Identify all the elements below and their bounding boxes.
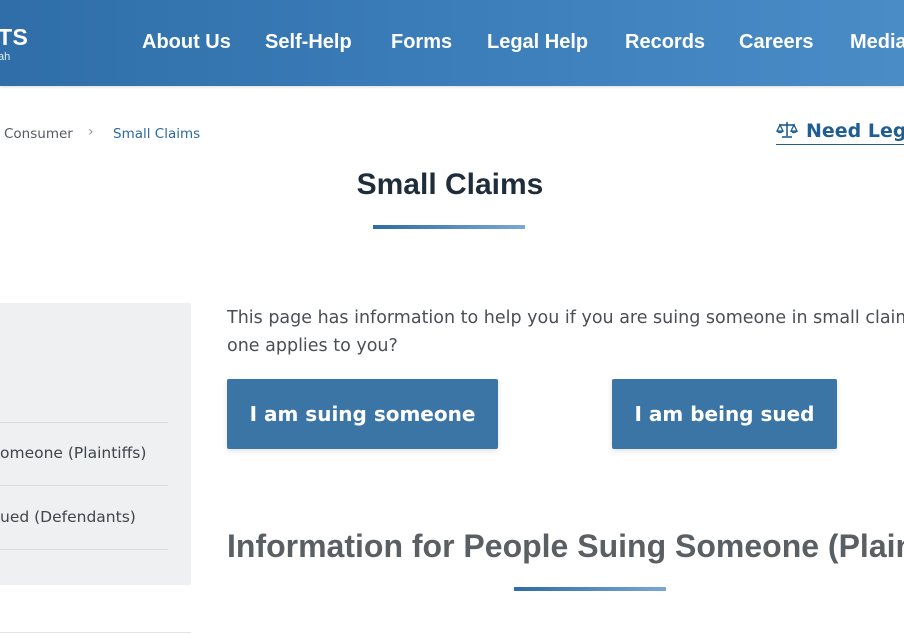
sidebar-divider [0,422,168,423]
site-logo-subtext: ah [0,51,11,63]
sidebar-bottom-divider [0,632,191,633]
nav-about-us[interactable]: About Us [142,31,231,54]
site-header: TS ah About Us Self-Help Forms Legal Hel… [0,0,904,86]
i-am-being-sued-button[interactable]: I am being sued [612,379,837,449]
need-legal-label: Need Legal [806,120,904,142]
sidebar-item-defendants[interactable]: ued (Defendants) [0,508,136,526]
title-underline [373,225,525,229]
i-am-suing-button[interactable]: I am suing someone [227,379,498,449]
nav-media[interactable]: Media [850,31,904,54]
chevron-right-icon: › [88,124,94,140]
sidebar-divider [0,485,168,486]
site-logo[interactable]: TS [0,24,28,51]
breadcrumb-current[interactable]: Small Claims [113,126,200,142]
nav-careers[interactable]: Careers [739,31,814,54]
page-title: Small Claims [356,168,544,201]
sidebar-divider [0,549,168,550]
need-legal-help-link[interactable]: Need Legal [776,120,904,145]
section-heading-plaintiffs: Information for People Suing Someone (Pl… [227,528,904,564]
intro-text: This page has information to help you if… [227,308,904,356]
breadcrumb-consumer[interactable]: Consumer [4,126,73,142]
nav-legal-help[interactable]: Legal Help [487,31,588,54]
sidebar-item-plaintiffs[interactable]: omeone (Plaintiffs) [0,444,146,462]
nav-self-help[interactable]: Self-Help [265,31,352,54]
balance-scale-icon [776,122,798,138]
nav-records[interactable]: Records [625,31,705,54]
sidebar-nav: omeone (Plaintiffs) ued (Defendants) [0,303,191,585]
nav-forms[interactable]: Forms [391,31,452,54]
section-underline [514,587,666,591]
